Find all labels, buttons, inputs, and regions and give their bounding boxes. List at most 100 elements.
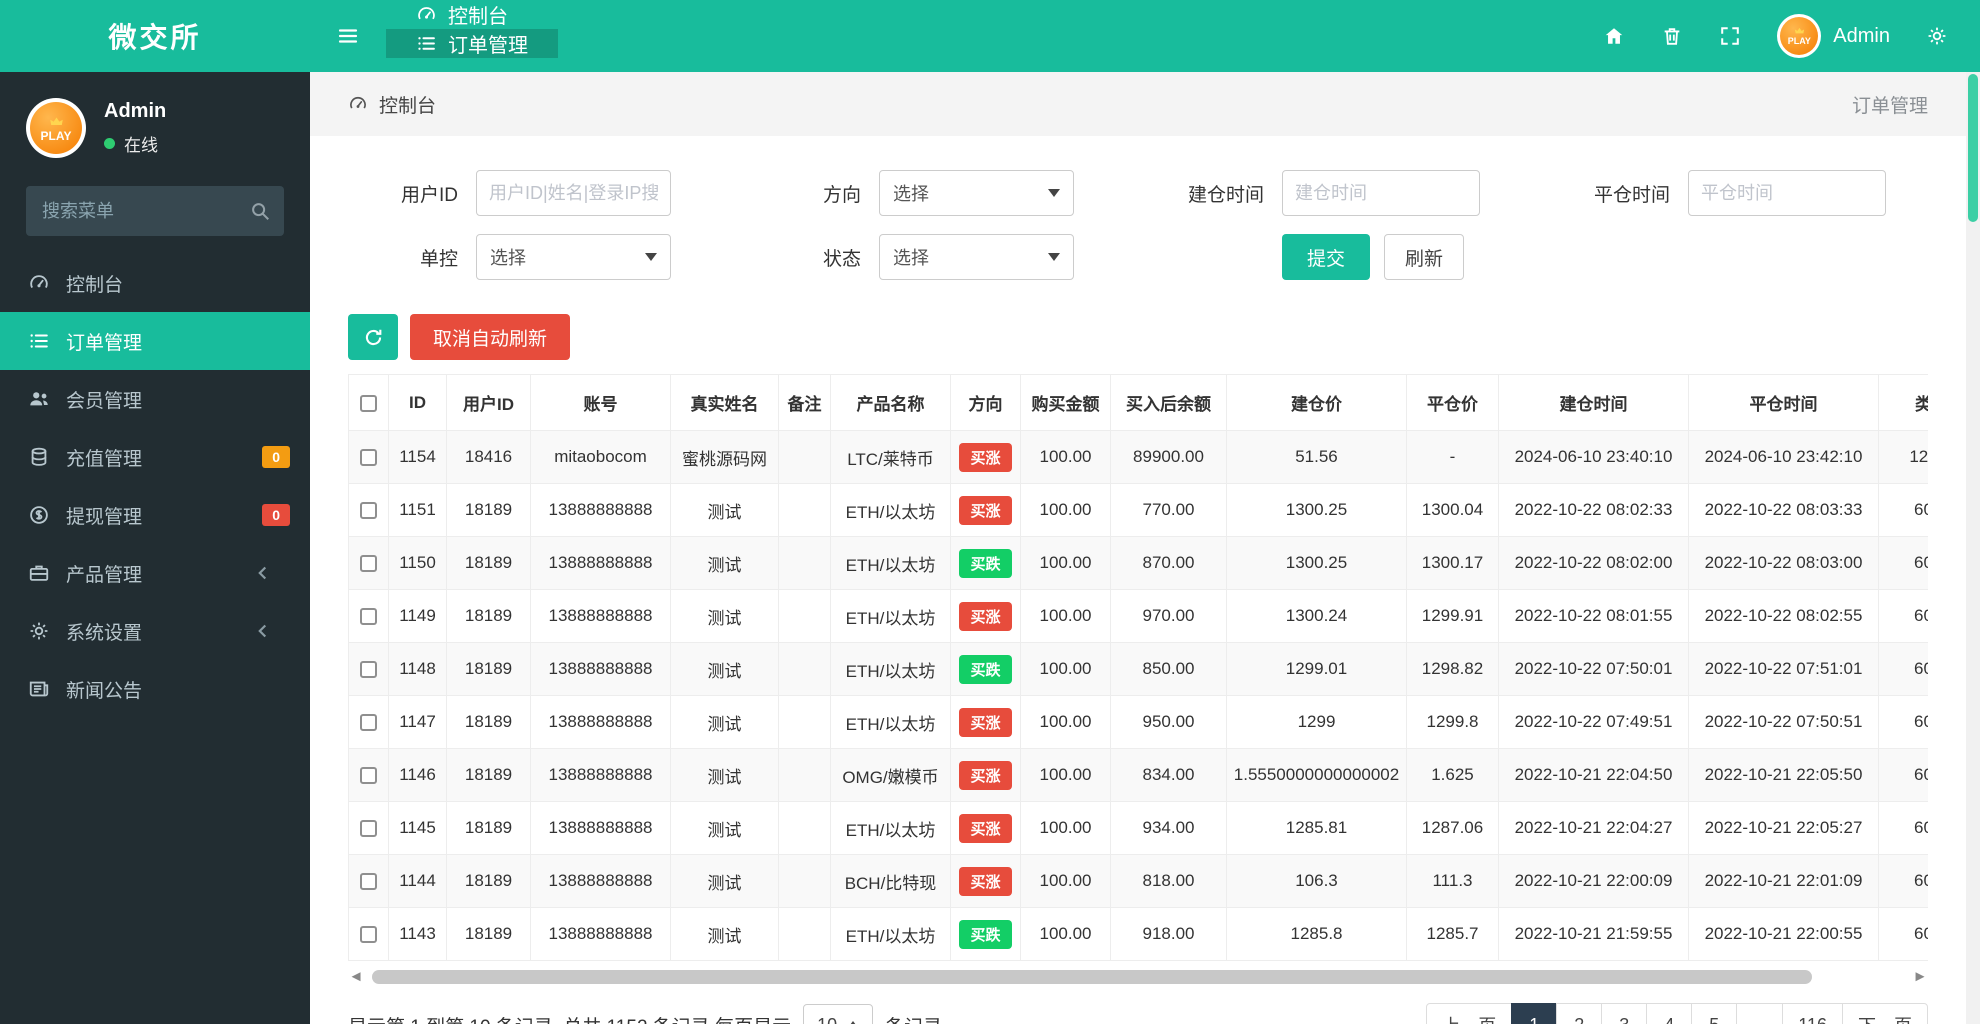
direction-select[interactable]: 选择 xyxy=(879,170,1074,216)
cell-user_id: 18189 xyxy=(446,589,531,643)
sidebar-item-5[interactable]: 产品管理 xyxy=(0,544,310,602)
topnav-menu: 控制台 订单管理 xyxy=(386,0,558,72)
cell-account: 13888888888 xyxy=(530,483,671,537)
row-checkbox[interactable] xyxy=(360,502,377,520)
sidebar-item-2[interactable]: 会员管理 xyxy=(0,370,310,428)
cancel-auto-refresh-button[interactable]: 取消自动刷新 xyxy=(410,314,571,360)
cell-real_name: 测试 xyxy=(670,801,779,855)
sidebar-item-3[interactable]: 充值管理 0 xyxy=(0,428,310,486)
cell-id: 1154 xyxy=(388,430,447,484)
control-select[interactable]: 选择 xyxy=(476,234,671,280)
cell-product: BCH/比特现 xyxy=(830,854,951,908)
page-size-select[interactable]: 10 xyxy=(803,1004,874,1024)
horizontal-scroll-thumb[interactable] xyxy=(372,970,1812,984)
cell-balance_after: 918.00 xyxy=(1110,907,1227,961)
row-checkbox[interactable] xyxy=(360,661,377,679)
scroll-left-arrow-icon[interactable]: ◄ xyxy=(348,969,364,985)
status-label: 状态 xyxy=(822,248,861,270)
prev-page-button[interactable]: 上一页 xyxy=(1426,1003,1513,1024)
sidebar-item-1[interactable]: 订单管理 xyxy=(0,312,310,370)
row-checkbox[interactable] xyxy=(360,714,377,732)
row-checkbox[interactable] xyxy=(360,873,377,891)
cell-open_price: 1285.81 xyxy=(1226,801,1407,855)
cell-close_time: 2022-10-21 22:05:27 xyxy=(1688,801,1879,855)
direction-badge: 买涨 xyxy=(959,707,1012,737)
sidebar-toggle-button[interactable] xyxy=(310,0,386,72)
page-button-116[interactable]: 116 xyxy=(1782,1003,1843,1024)
cell-remark xyxy=(778,801,831,855)
cell-remark xyxy=(778,907,831,961)
status-select[interactable]: 选择 xyxy=(879,234,1074,280)
submit-button[interactable]: 提交 xyxy=(1282,234,1371,280)
user-menu[interactable]: PLAY Admin xyxy=(1777,14,1890,58)
menu-badge: 0 xyxy=(262,446,290,468)
direction-badge: 买跌 xyxy=(959,548,1012,578)
direction-badge: 买涨 xyxy=(959,495,1012,525)
cell-select xyxy=(348,430,389,484)
sidebar-search-input[interactable] xyxy=(26,186,284,236)
cell-close_time: 2022-10-22 08:03:33 xyxy=(1688,483,1879,537)
refresh-button[interactable]: 刷新 xyxy=(1384,234,1465,280)
row-checkbox[interactable] xyxy=(360,608,377,626)
table-row: 1149 18189 13888888888 测试 ETH/以太坊 买涨 100.00 970… xyxy=(348,589,1928,643)
sidebar-item-4[interactable]: 提现管理 0 xyxy=(0,486,310,544)
table-row: 1144 18189 13888888888 测试 BCH/比特现 买涨 100.00 818… xyxy=(348,854,1928,908)
direction-label: 方向 xyxy=(822,184,861,206)
row-checkbox[interactable] xyxy=(360,767,377,785)
sidebar-item-6[interactable]: 系统设置 xyxy=(0,602,310,660)
select-all-checkbox[interactable] xyxy=(360,394,377,412)
cell-open_time: 2024-06-10 23:40:10 xyxy=(1498,430,1689,484)
home-icon[interactable] xyxy=(1603,25,1625,47)
cell-select xyxy=(348,801,389,855)
open-time-input[interactable] xyxy=(1282,170,1480,216)
row-checkbox[interactable] xyxy=(360,820,377,838)
records-summary: 显示第 1 到第 10 条记录, 总共 1152 条记录 每页显示 10 条记录 xyxy=(348,1004,942,1024)
cell-select xyxy=(348,854,389,908)
sidebar-item-7[interactable]: 新闻公告 xyxy=(0,660,310,718)
cell-period: 60 xyxy=(1878,642,1928,696)
trash-icon[interactable] xyxy=(1661,25,1683,47)
brand-logo: 微交所 xyxy=(108,22,202,53)
close-time-input[interactable] xyxy=(1688,170,1886,216)
row-checkbox[interactable] xyxy=(360,449,377,467)
cell-id: 1149 xyxy=(388,589,447,643)
cell-close_time: 2022-10-21 22:01:09 xyxy=(1688,854,1879,908)
table-row: 1148 18189 13888888888 测试 ETH/以太坊 买跌 100.00 850… xyxy=(348,642,1928,696)
page-button-5[interactable]: 5 xyxy=(1691,1003,1738,1024)
topnav-item-1[interactable]: 订单管理 xyxy=(386,29,558,58)
next-page-button[interactable]: 下一页 xyxy=(1842,1003,1928,1024)
cell-product: ETH/以太坊 xyxy=(830,695,951,749)
table-row: 1154 18416 mitaobocom 蜜桃源码网 LTC/莱特币 买涨 100.00 8… xyxy=(348,430,1928,484)
cell-close_time: 2024-06-10 23:42:10 xyxy=(1688,430,1879,484)
cell-amount: 100.00 xyxy=(1020,483,1111,537)
cell-direction: 买涨 xyxy=(950,483,1021,537)
cell-remark xyxy=(778,748,831,802)
row-checkbox[interactable] xyxy=(360,926,377,944)
fullscreen-icon[interactable] xyxy=(1719,25,1741,47)
page-button-4[interactable]: 4 xyxy=(1646,1003,1693,1024)
cell-amount: 100.00 xyxy=(1020,695,1111,749)
chevron-left-icon xyxy=(252,562,274,584)
cell-select xyxy=(348,695,389,749)
search-icon[interactable] xyxy=(249,200,271,222)
cell-account: mitaobocom xyxy=(530,430,671,484)
row-checkbox[interactable] xyxy=(360,555,377,573)
list-icon xyxy=(416,33,437,54)
page-button-1[interactable]: 1 xyxy=(1511,1003,1558,1024)
gears-icon[interactable] xyxy=(1926,25,1948,47)
reload-table-button[interactable] xyxy=(348,314,398,360)
sidebar-user-name: Admin xyxy=(104,100,167,122)
column-header: 买入后余额 xyxy=(1110,374,1227,431)
user-id-input[interactable] xyxy=(476,170,671,216)
cell-amount: 100.00 xyxy=(1020,748,1111,802)
cell-id: 1143 xyxy=(388,907,447,961)
sidebar-item-0[interactable]: 控制台 xyxy=(0,254,310,312)
page-button-3[interactable]: 3 xyxy=(1601,1003,1648,1024)
scroll-right-arrow-icon[interactable]: ► xyxy=(1912,969,1928,985)
cell-direction: 买涨 xyxy=(950,854,1021,908)
cell-period: 60 xyxy=(1878,801,1928,855)
topnav-item-0[interactable]: 控制台 xyxy=(386,0,558,29)
chevron-left-icon xyxy=(252,620,274,642)
vertical-scroll-thumb[interactable] xyxy=(1968,74,1978,222)
page-button-2[interactable]: 2 xyxy=(1556,1003,1603,1024)
